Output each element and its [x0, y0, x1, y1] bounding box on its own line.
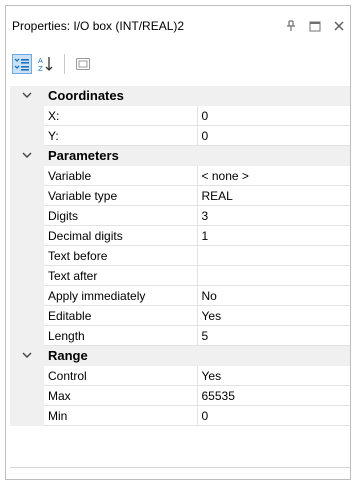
property-value[interactable]: [197, 265, 350, 286]
close-icon[interactable]: [332, 19, 346, 33]
chevron-down-icon[interactable]: [10, 146, 44, 165]
category-label: Range: [44, 345, 350, 366]
categorized-button[interactable]: [12, 54, 32, 74]
property-pages-icon: [76, 58, 90, 70]
property-row[interactable]: Apply immediately No: [10, 285, 350, 306]
category-label: Coordinates: [44, 86, 350, 106]
row-gutter: [10, 245, 44, 266]
row-gutter: [10, 165, 44, 186]
category-gutter: [10, 145, 44, 166]
property-value[interactable]: Yes: [197, 305, 350, 326]
property-name: Control: [44, 365, 198, 386]
property-row[interactable]: Y: 0: [10, 125, 350, 146]
properties-panel: Properties: I/O box (INT/REAL)2 A Z Coor…: [5, 5, 351, 480]
property-row[interactable]: Variable type REAL: [10, 185, 350, 206]
property-name: Editable: [44, 305, 198, 326]
panel-title: Properties: I/O box (INT/REAL)2: [12, 19, 185, 33]
property-row[interactable]: Editable Yes: [10, 305, 350, 326]
alphabetical-button[interactable]: A Z: [36, 54, 56, 74]
property-value[interactable]: 3: [197, 205, 350, 226]
category-row[interactable]: Range: [10, 345, 350, 366]
row-gutter: [10, 325, 44, 346]
property-name: Text after: [44, 265, 198, 286]
row-gutter: [10, 385, 44, 406]
chevron-down-icon[interactable]: [10, 86, 44, 105]
property-name: Apply immediately: [44, 285, 198, 306]
row-gutter: [10, 285, 44, 306]
row-gutter: [10, 205, 44, 226]
property-name: Variable: [44, 165, 198, 186]
property-toolbar: A Z: [6, 50, 350, 78]
property-value[interactable]: [197, 245, 350, 266]
property-pages-button[interactable]: [73, 54, 93, 74]
svg-text:Z: Z: [38, 65, 43, 73]
row-gutter: [10, 105, 44, 126]
property-name: Length: [44, 325, 198, 346]
toolbar-separator: [64, 54, 65, 74]
property-value[interactable]: 65535: [197, 385, 350, 406]
panel-titlebar: Properties: I/O box (INT/REAL)2: [6, 6, 350, 46]
grid-divider: [10, 467, 350, 468]
property-row[interactable]: Text before: [10, 245, 350, 266]
property-row[interactable]: Variable < none >: [10, 165, 350, 186]
row-gutter: [10, 365, 44, 386]
property-value[interactable]: REAL: [197, 185, 350, 206]
maximize-icon[interactable]: [308, 19, 322, 33]
svg-text:A: A: [38, 57, 43, 65]
pin-icon[interactable]: [284, 19, 298, 33]
chevron-down-icon[interactable]: [10, 346, 44, 365]
property-name: Decimal digits: [44, 225, 198, 246]
category-gutter: [10, 86, 44, 106]
property-row[interactable]: Control Yes: [10, 365, 350, 386]
property-row[interactable]: Length 5: [10, 325, 350, 346]
property-value[interactable]: < none >: [197, 165, 350, 186]
property-row[interactable]: Max 65535: [10, 385, 350, 406]
property-row[interactable]: Min 0: [10, 405, 350, 426]
property-row[interactable]: Decimal digits 1: [10, 225, 350, 246]
category-label: Parameters: [44, 145, 350, 166]
property-value[interactable]: 0: [197, 105, 350, 126]
property-value[interactable]: Yes: [197, 365, 350, 386]
property-name: Digits: [44, 205, 198, 226]
property-name: Y:: [44, 125, 198, 146]
property-row[interactable]: Digits 3: [10, 205, 350, 226]
title-icons: [284, 19, 346, 33]
property-value[interactable]: 0: [197, 125, 350, 146]
category-gutter: [10, 345, 44, 366]
property-name: Variable type: [44, 185, 198, 206]
category-row[interactable]: Coordinates: [10, 86, 350, 106]
row-gutter: [10, 305, 44, 326]
property-value[interactable]: 5: [197, 325, 350, 346]
property-value[interactable]: 1: [197, 225, 350, 246]
property-grid: Coordinates X: 0 Y: 0 Parameters Variable < non…: [10, 86, 350, 426]
property-row[interactable]: Text after: [10, 265, 350, 286]
property-name: Min: [44, 405, 198, 426]
property-name: Text before: [44, 245, 198, 266]
property-value[interactable]: No: [197, 285, 350, 306]
row-gutter: [10, 225, 44, 246]
row-gutter: [10, 265, 44, 286]
property-value[interactable]: 0: [197, 405, 350, 426]
row-gutter: [10, 405, 44, 426]
category-row[interactable]: Parameters: [10, 145, 350, 166]
property-name: Max: [44, 385, 198, 406]
categorized-icon: [14, 58, 29, 71]
property-name: X:: [44, 105, 198, 126]
row-gutter: [10, 125, 44, 146]
property-row[interactable]: X: 0: [10, 105, 350, 126]
row-gutter: [10, 185, 44, 206]
alphabetical-sort-icon: A Z: [38, 57, 53, 73]
